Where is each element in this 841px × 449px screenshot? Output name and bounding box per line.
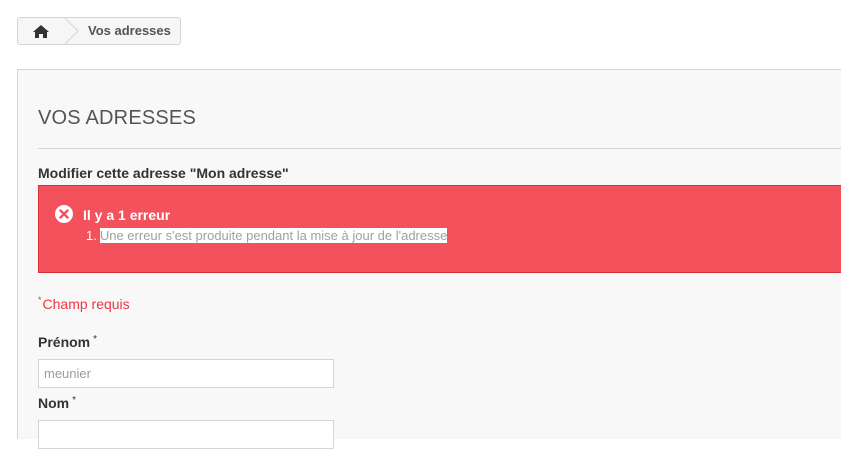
title-divider [38, 148, 841, 149]
alert-item-number: 1. [86, 228, 97, 243]
required-note-text: Champ requis [42, 296, 130, 312]
error-circle-icon [55, 205, 73, 223]
required-note: *Champ requis [38, 295, 130, 312]
breadcrumb-home-link[interactable] [18, 18, 64, 44]
addresses-panel: VOS ADRESSES Modifier cette adresse "Mon… [17, 69, 841, 449]
breadcrumb-separator [64, 18, 79, 44]
alert-item: 1. Une erreur s'est produite pendant la m… [86, 228, 448, 243]
required-star: * [38, 295, 42, 305]
firstname-label: Prénom * [38, 334, 97, 350]
alert-item-message: Une erreur s'est produite pendant la mis… [99, 228, 448, 243]
firstname-required-star: * [93, 334, 98, 345]
breadcrumb-current: Vos adresses [88, 23, 171, 38]
alert-title: Il y a 1 erreur [83, 207, 171, 223]
firstname-input[interactable] [38, 359, 334, 388]
lastname-label: Nom * [38, 395, 76, 411]
page-title: VOS ADRESSES [38, 107, 197, 129]
edit-address-heading: Modifier cette adresse "Mon adresse" [38, 165, 289, 181]
lastname-required-star: * [72, 395, 77, 406]
lastname-label-text: Nom [38, 395, 70, 411]
lastname-input[interactable] [38, 420, 334, 449]
breadcrumb: Vos adresses [17, 17, 181, 45]
firstname-label-text: Prénom [38, 334, 91, 350]
home-icon [33, 24, 49, 38]
error-alert: Il y a 1 erreur 1. Une erreur s'est produ… [38, 185, 841, 273]
alert-list: 1. Une erreur s'est produite pendant la m… [86, 228, 448, 243]
